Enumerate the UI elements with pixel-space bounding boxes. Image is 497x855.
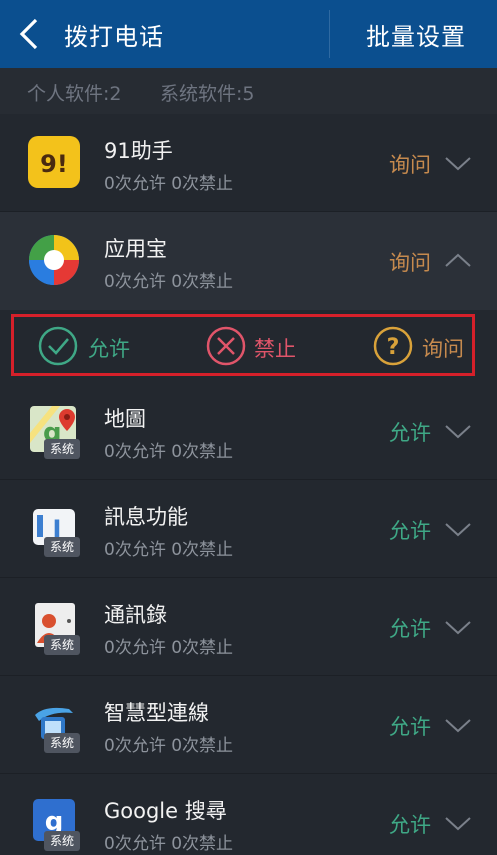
chevron-down-icon[interactable] [444,714,472,736]
app-row-maps[interactable]: g 系统 地圖 0次允许 0次禁止 允许 [0,382,497,480]
app-stats: 0次允许 0次禁止 [104,736,234,756]
system-software-count: 系统软件:5 [160,83,255,105]
app-name: 智慧型連線 [104,701,209,725]
app-stats: 0次允许 0次禁止 [104,272,234,292]
permission-status[interactable]: 允许 [389,515,431,545]
permission-status[interactable]: 允许 [389,417,431,447]
system-badge: 系统 [44,635,80,655]
app-row-yingyongbao[interactable]: 应用宝 0次允许 0次禁止 询问 [0,212,497,310]
page-title: 拨打电话 [64,23,164,51]
app-name: 应用宝 [104,237,167,261]
system-badge: 系统 [44,831,80,851]
app-name: Google 搜尋 [104,799,227,823]
app-name: 91助手 [104,139,173,163]
ask-question-icon[interactable]: ? [373,326,413,366]
app-stats: 0次允许 0次禁止 [104,638,234,658]
app-row-messages[interactable]: I 系统 訊息功能 0次允许 0次禁止 允许 [0,480,497,578]
personal-software-count: 个人软件:2 [27,83,122,105]
allow-check-icon[interactable] [38,326,78,366]
svg-text:?: ? [387,335,400,360]
chevron-down-icon[interactable] [444,518,472,540]
permission-status[interactable]: 允许 [389,613,431,643]
top-bar: 拨打电话 批量设置 [0,0,497,68]
chevron-up-icon[interactable] [444,250,472,272]
back-arrow-icon[interactable] [14,16,46,52]
app-stats: 0次允许 0次禁止 [104,834,234,854]
chevron-down-icon[interactable] [444,812,472,834]
deny-option[interactable]: 禁止 [254,333,296,363]
permission-status[interactable]: 询问 [389,247,431,277]
app-stats: 0次允许 0次禁止 [104,442,234,462]
91-assistant-app-icon: 9! [28,136,80,188]
ask-option[interactable]: 询问 [422,333,464,363]
app-name: 通訊錄 [104,603,167,627]
app-name: 訊息功能 [104,505,188,529]
app-row-contacts[interactable]: 系统 通訊錄 0次允许 0次禁止 允许 [0,578,497,676]
app-stats: 0次允许 0次禁止 [104,540,234,560]
permission-options-panel: 允许 禁止 ? 询问 [11,314,475,376]
app-stats: 0次允许 0次禁止 [104,174,234,194]
app-row-91-assistant[interactable]: 9! 91助手 0次允许 0次禁止 询问 [0,114,497,212]
header-divider [329,10,330,58]
app-row-smart-connect[interactable]: 系统 智慧型連線 0次允许 0次禁止 允许 [0,676,497,774]
batch-settings-button[interactable]: 批量设置 [366,17,466,52]
software-summary: 个人软件:2 系统软件:5 [0,68,497,114]
system-badge: 系统 [44,537,80,557]
app-row-google-search[interactable]: g 系统 Google 搜尋 0次允许 0次禁止 允许 [0,774,497,855]
system-badge: 系统 [44,733,80,753]
app-name: 地圖 [104,407,146,431]
system-badge: 系统 [44,439,80,459]
chevron-down-icon[interactable] [444,420,472,442]
svg-text:9!: 9! [40,150,68,178]
chevron-down-icon[interactable] [444,616,472,638]
permission-status[interactable]: 允许 [389,711,431,741]
yingyongbao-app-icon [29,235,79,285]
allow-option[interactable]: 允许 [88,333,130,363]
permission-status[interactable]: 询问 [389,149,431,179]
deny-cross-icon[interactable] [206,326,246,366]
chevron-down-icon[interactable] [444,152,472,174]
permission-status[interactable]: 允许 [389,809,431,839]
